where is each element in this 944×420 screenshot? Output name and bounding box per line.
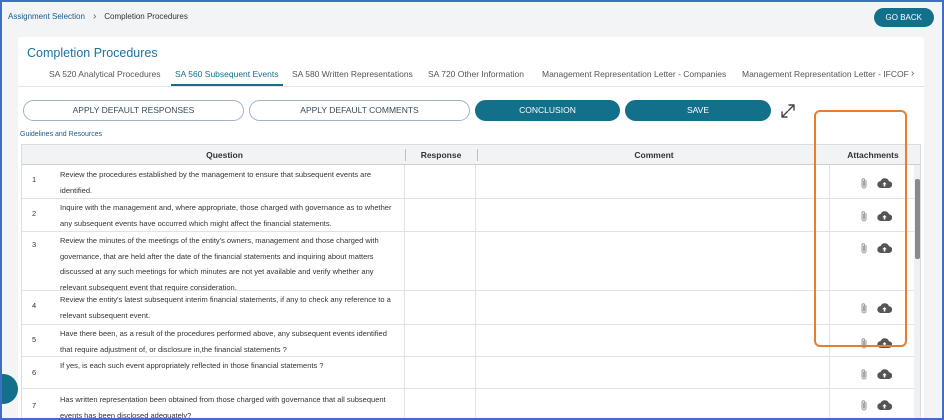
apply-default-responses-button[interactable]: APPLY DEFAULT RESPONSES [23, 100, 244, 121]
tabs-next-chevron-icon[interactable]: › [911, 68, 914, 79]
row-number: 4 [32, 301, 37, 310]
header-attachments: Attachments [847, 150, 899, 160]
row-number: 5 [32, 335, 37, 344]
comment-cell[interactable] [476, 357, 830, 388]
comment-cell[interactable] [476, 389, 830, 418]
cloud-upload-icon[interactable] [877, 177, 892, 189]
row-number: 6 [32, 368, 37, 377]
comment-cell[interactable] [476, 232, 830, 290]
tab-bar: SA 520 Analytical Procedures SA 560 Subs… [18, 65, 924, 87]
breadcrumb: Assignment Selection › Completion Proced… [8, 11, 188, 22]
main-panel: Completion Procedures SA 520 Analytical … [18, 37, 924, 420]
header-comment: Comment [634, 150, 674, 160]
table-row: 4 Review the entity's latest subsequent … [22, 291, 920, 325]
row-number: 2 [32, 209, 37, 218]
table-scrollbar[interactable] [914, 165, 920, 418]
table-row: 5 Have there been, as a result of the pr… [22, 325, 920, 357]
paperclip-icon[interactable] [859, 302, 869, 315]
response-cell[interactable] [404, 291, 476, 324]
comment-cell[interactable] [476, 291, 830, 324]
response-cell[interactable] [404, 232, 476, 290]
table-row: 6 If yes, is each such event appropriate… [22, 357, 920, 389]
cloud-upload-icon[interactable] [877, 242, 892, 254]
paperclip-icon[interactable] [859, 177, 869, 190]
response-cell[interactable] [404, 325, 476, 356]
tab-mrl-companies[interactable]: Management Representation Letter - Compa… [542, 69, 726, 79]
tab-sa-580[interactable]: SA 580 Written Representations [292, 69, 413, 79]
question-text: Inquire with the management and, where a… [60, 203, 392, 228]
response-cell[interactable] [404, 165, 476, 198]
attachments-cell [830, 291, 914, 324]
paperclip-icon[interactable] [859, 368, 869, 381]
row-number: 1 [32, 175, 37, 184]
app-frame: Assignment Selection › Completion Proced… [0, 0, 944, 420]
scrollbar-thumb[interactable] [915, 179, 920, 259]
table-row: 3 Review the minutes of the meetings of … [22, 232, 920, 292]
table-row: 1 Review the procedures established by t… [22, 165, 920, 199]
expand-icon[interactable] [780, 103, 796, 119]
paperclip-icon[interactable] [859, 242, 869, 255]
top-bar: Assignment Selection › Completion Proced… [2, 2, 942, 32]
paperclip-icon[interactable] [859, 399, 869, 412]
response-cell[interactable] [404, 357, 476, 388]
breadcrumb-current: Completion Procedures [104, 12, 188, 21]
table-row: 2 Inquire with the management and, where… [22, 199, 920, 232]
cloud-upload-icon[interactable] [877, 210, 892, 222]
cloud-upload-icon[interactable] [877, 368, 892, 380]
question-text: Review the entity's latest subsequent in… [60, 295, 391, 320]
question-text: Has written representation been obtained… [60, 395, 386, 420]
tab-mrl-ifcof[interactable]: Management Representation Letter - IFCOF [742, 69, 909, 79]
cloud-upload-icon[interactable] [877, 337, 892, 349]
attachments-cell [830, 357, 914, 388]
cloud-upload-icon[interactable] [877, 399, 892, 411]
question-text: Review the minutes of the meetings of th… [60, 236, 379, 292]
page-title: Completion Procedures [27, 46, 158, 60]
table-header: Question Response Comment Attachments [22, 145, 920, 165]
tab-sa-520[interactable]: SA 520 Analytical Procedures [49, 69, 161, 79]
attachments-cell [830, 232, 914, 290]
tab-sa-720[interactable]: SA 720 Other Information [428, 69, 524, 79]
attachments-cell [830, 325, 914, 356]
response-cell[interactable] [404, 389, 476, 418]
guidelines-resources-link[interactable]: Guidelines and Resources [20, 131, 102, 138]
apply-default-comments-button[interactable]: APPLY DEFAULT COMMENTS [249, 100, 470, 121]
conclusion-button[interactable]: CONCLUSION [475, 100, 620, 121]
table-row: 7 Has written representation been obtain… [22, 389, 920, 420]
questions-table: Question Response Comment Attachments 1 … [21, 144, 921, 420]
breadcrumb-separator: › [92, 11, 97, 22]
row-number: 7 [32, 401, 37, 410]
cloud-upload-icon[interactable] [877, 302, 892, 314]
save-button[interactable]: SAVE [625, 100, 771, 121]
question-text: If yes, is each such event appropriately… [60, 361, 324, 370]
help-bubble[interactable] [2, 374, 18, 404]
comment-cell[interactable] [476, 199, 830, 231]
question-text: Review the procedures established by the… [60, 170, 372, 195]
question-text: Have there been, as a result of the proc… [60, 329, 387, 354]
comment-cell[interactable] [476, 325, 830, 356]
row-number: 3 [32, 240, 37, 249]
go-back-button[interactable]: GO BACK [873, 8, 934, 27]
response-cell[interactable] [404, 199, 476, 231]
tab-sa-560[interactable]: SA 560 Subsequent Events [171, 69, 282, 86]
paperclip-icon[interactable] [859, 337, 869, 350]
attachments-cell [830, 389, 914, 418]
attachments-cell [830, 199, 914, 231]
breadcrumb-assignment-selection[interactable]: Assignment Selection [8, 12, 85, 21]
header-question: Question [206, 150, 243, 160]
paperclip-icon[interactable] [859, 210, 869, 223]
header-response: Response [420, 150, 462, 160]
attachments-cell [830, 165, 914, 198]
comment-cell[interactable] [476, 165, 830, 198]
